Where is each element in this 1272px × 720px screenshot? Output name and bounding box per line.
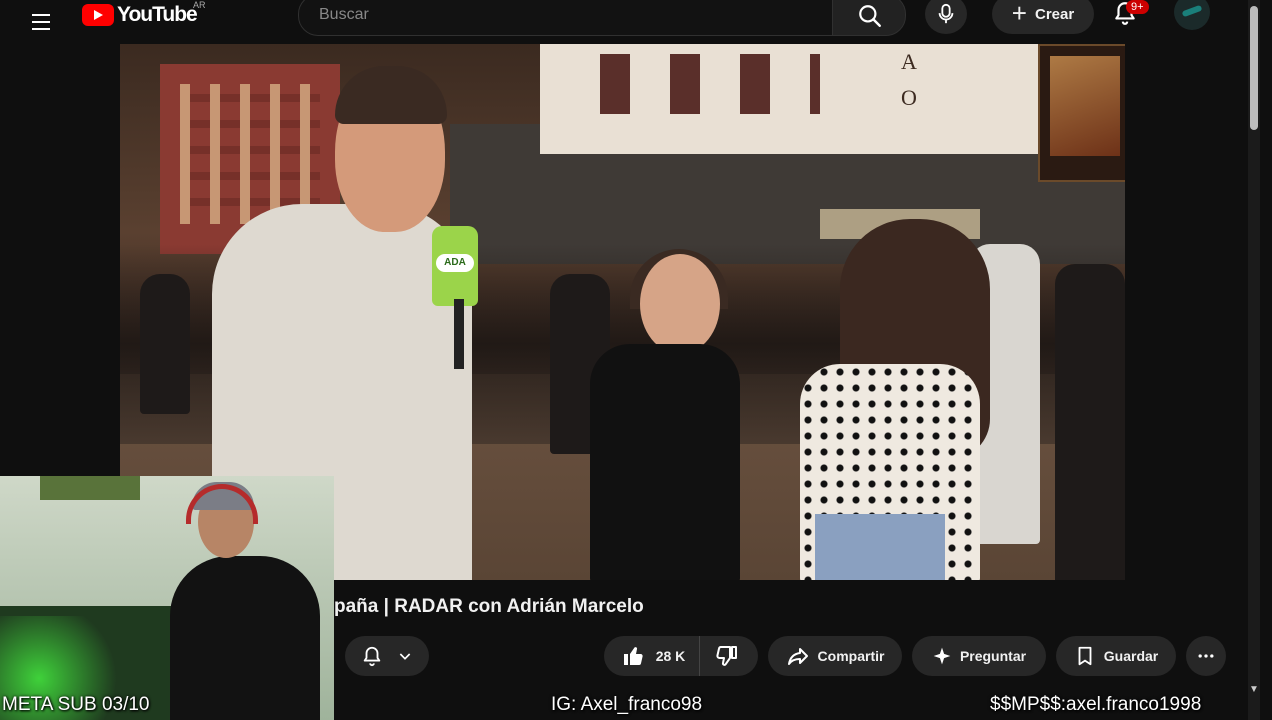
plus-icon: + xyxy=(1011,0,1027,28)
streamer xyxy=(170,556,320,720)
interviewee-1 xyxy=(590,344,740,580)
bell-icon xyxy=(363,646,381,667)
streamer-webcam xyxy=(0,476,334,720)
more-actions-button[interactable] xyxy=(1186,636,1226,676)
logo-text: YouTube xyxy=(117,3,198,26)
like-count: 28 K xyxy=(655,648,686,664)
like-button[interactable]: 28 K xyxy=(610,636,701,676)
dislike-button[interactable] xyxy=(700,636,752,676)
create-label: Crear xyxy=(1034,5,1075,23)
stream-goal-text: META SUB 03/10 xyxy=(2,694,150,715)
billboard xyxy=(1038,44,1125,182)
share-button[interactable]: Compartir xyxy=(768,636,902,676)
account-avatar[interactable] xyxy=(1174,0,1210,30)
interview-microphone: ADA xyxy=(432,226,478,306)
youtube-logo-icon xyxy=(82,4,114,26)
search-icon xyxy=(859,5,881,27)
region-code: AR xyxy=(193,0,206,10)
share-label: Compartir xyxy=(817,648,885,664)
ask-button[interactable]: Preguntar xyxy=(912,636,1046,676)
instagram-handle-text: IG: Axel_franco98 xyxy=(551,694,703,715)
scroll-down-arrow-icon[interactable]: ▼ xyxy=(1248,684,1260,695)
dislike-icon xyxy=(716,646,738,666)
video-title: paña | RADAR con Adrián Marcelo xyxy=(334,596,644,617)
notification-badge: 9+ xyxy=(1126,0,1149,14)
like-dislike-group: 28 K xyxy=(604,636,758,676)
save-icon xyxy=(1078,646,1092,666)
like-icon xyxy=(623,647,643,666)
subscription-notifications-button[interactable] xyxy=(345,636,429,676)
create-button[interactable]: + Crear xyxy=(992,0,1094,34)
menu-icon[interactable] xyxy=(26,8,56,36)
building-sign: A O xyxy=(901,49,917,110)
voice-search-button[interactable] xyxy=(925,0,967,34)
chevron-down-icon xyxy=(399,653,411,660)
save-label: Guardar xyxy=(1103,648,1159,664)
scrollbar-thumb[interactable] xyxy=(1250,6,1258,130)
ask-label: Preguntar xyxy=(959,648,1027,664)
youtube-logo[interactable]: YouTube xyxy=(82,3,198,26)
sparkle-icon xyxy=(933,647,951,665)
share-icon xyxy=(787,648,808,665)
donation-alias-text: $$MP$$:axel.franco1998 xyxy=(990,694,1202,715)
mic-icon xyxy=(938,3,954,24)
top-bar: YouTube AR + Crear 9+ xyxy=(0,0,1248,44)
search-input[interactable] xyxy=(317,0,821,35)
search-box xyxy=(298,0,834,36)
search-button[interactable] xyxy=(832,0,906,36)
save-button[interactable]: Guardar xyxy=(1056,636,1176,676)
more-icon xyxy=(1198,654,1214,658)
